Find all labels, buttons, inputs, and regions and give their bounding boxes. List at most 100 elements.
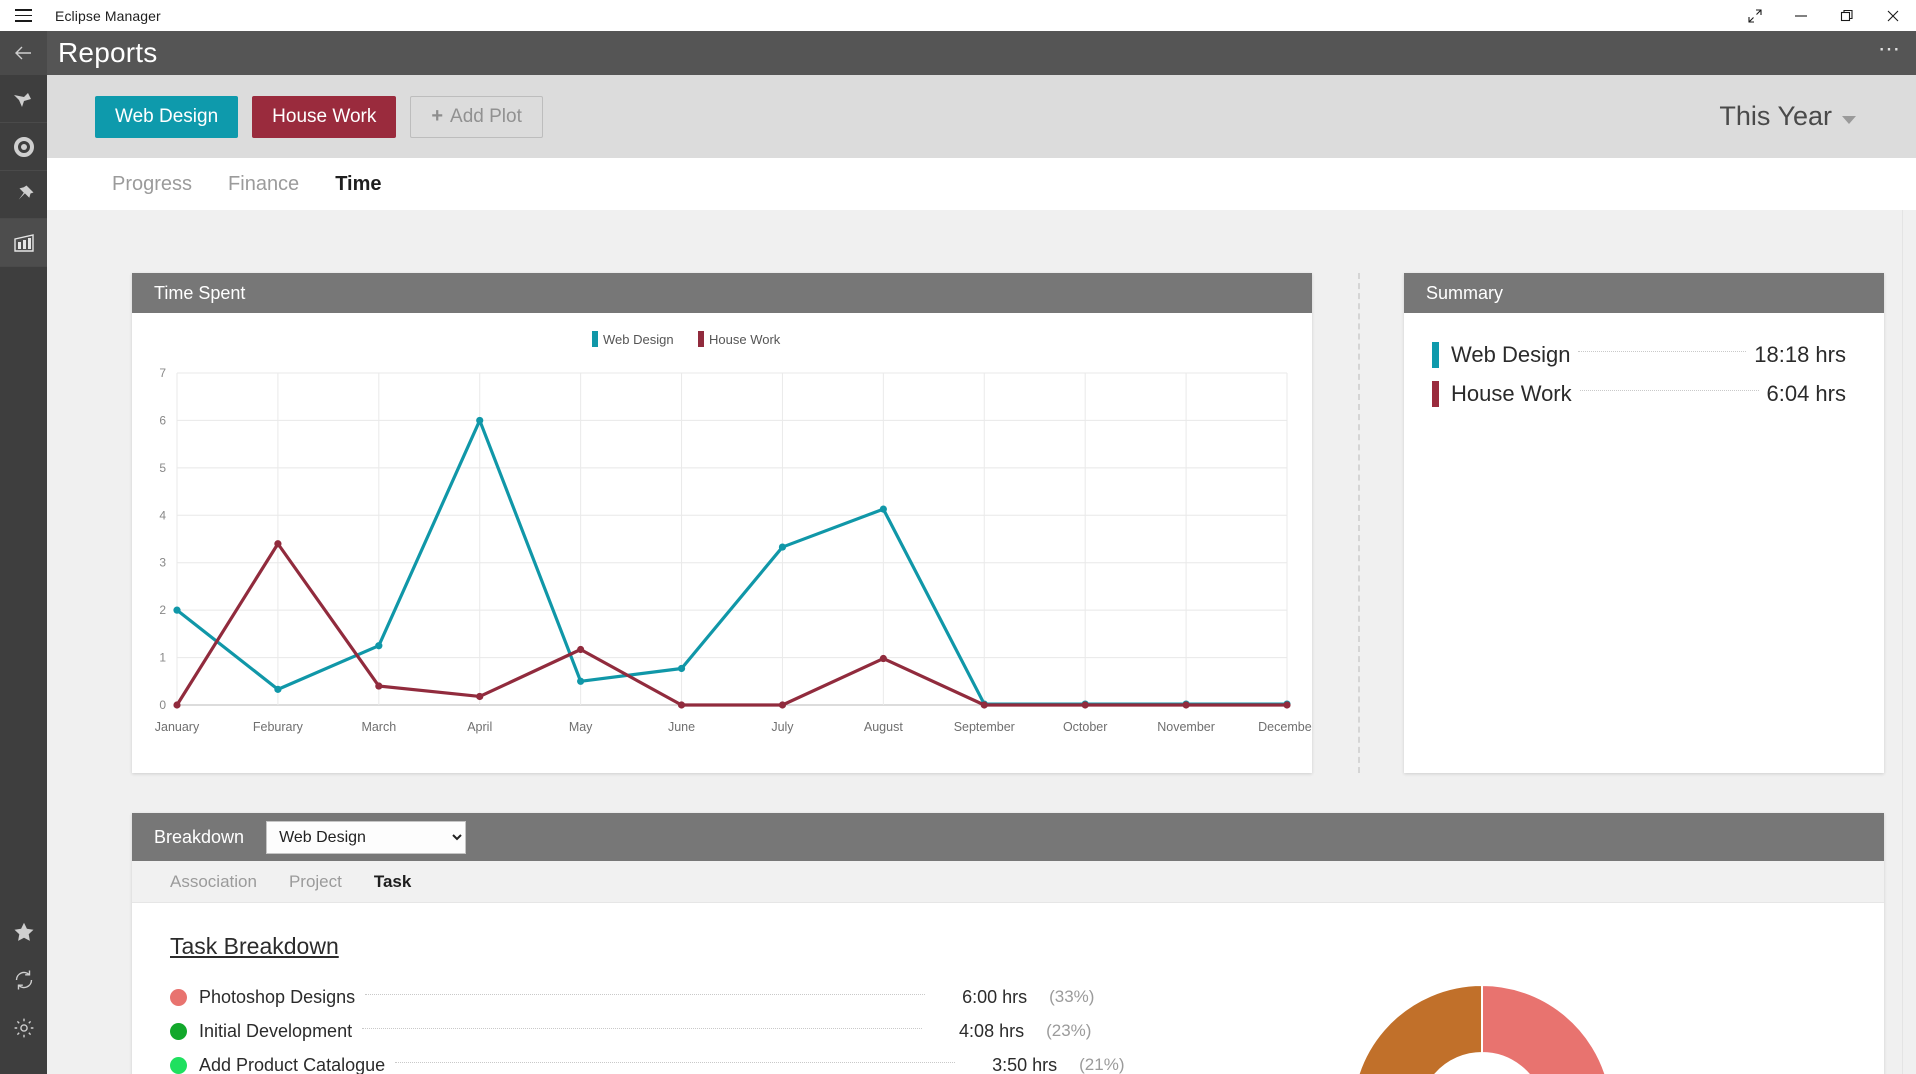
summary-row: House Work 6:04 hrs [1432,374,1846,413]
task-percent: (33%) [1049,987,1094,1007]
date-range-picker[interactable]: This Year [1719,101,1856,132]
svg-text:April: April [467,720,492,734]
svg-text:January: January [155,720,200,734]
task-name: Initial Development [199,1021,352,1042]
svg-text:Web Design: Web Design [603,332,674,347]
sidebar-item-favorites[interactable] [0,908,47,956]
plot-button-web-design[interactable]: Web Design [95,96,238,138]
summary-swatch [1432,381,1439,407]
time-spent-card: Time Spent Web DesignHouse Work01234567J… [132,273,1312,773]
svg-text:6: 6 [159,413,166,427]
tab-project[interactable]: Project [289,872,342,892]
task-percent: (23%) [1046,1021,1091,1041]
breakdown-card-header: Breakdown Web Design House Work [132,813,1884,861]
svg-text:June: June [668,720,695,734]
hamburger-icon[interactable] [0,0,46,31]
svg-text:5: 5 [159,461,166,475]
plus-icon: + [431,105,443,128]
chevron-down-icon [1842,116,1856,124]
leader-dots [365,994,925,995]
sidebar-item-dashboard[interactable] [0,75,47,123]
task-hours: 4:08 hrs [932,1021,1024,1042]
leader-dots [1578,351,1746,352]
left-rail [0,31,47,1074]
line-chart-svg: Web DesignHouse Work01234567JanuaryFebur… [132,313,1312,773]
task-name: Photoshop Designs [199,987,355,1008]
leader-dots [395,1062,955,1063]
add-plot-label: Add Plot [450,106,522,128]
summary-title: Summary [1426,283,1503,304]
back-arrow-icon [11,40,37,66]
gear-icon [12,1016,36,1040]
window-titlebar: Eclipse Manager [0,0,1916,31]
minimize-icon[interactable] [1778,0,1824,31]
sync-icon [12,968,36,992]
task-breakdown-heading: Task Breakdown [170,933,339,960]
time-spent-title: Time Spent [154,283,245,304]
task-name: Add Product Catalogue [199,1055,385,1074]
svg-text:House Work: House Work [709,332,781,347]
tab-task[interactable]: Task [374,872,412,892]
bird-icon [11,86,37,112]
summary-swatch [1432,342,1439,368]
date-range-label: This Year [1719,101,1832,132]
summary-value: 18:18 hrs [1754,342,1846,368]
expand-icon[interactable] [1732,0,1778,31]
star-icon [12,920,36,944]
task-donut-chart[interactable] [1322,925,1642,1074]
svg-text:July: July [771,720,794,734]
tab-finance[interactable]: Finance [228,173,299,196]
sidebar-item-goals[interactable] [0,123,47,171]
report-tabs: Progress Finance Time [47,158,1916,210]
svg-text:December: December [1258,720,1312,734]
task-percent: (21%) [1079,1055,1124,1074]
chart-icon [11,230,37,256]
leader-dots [362,1028,922,1029]
window-controls [1732,0,1916,31]
svg-text:3: 3 [159,556,166,570]
time-spent-chart[interactable]: Web DesignHouse Work01234567JanuaryFebur… [132,313,1312,773]
breakdown-tabs: Association Project Task [132,861,1884,903]
tab-progress[interactable]: Progress [112,173,192,196]
leader-dots [1580,390,1759,391]
summary-label: House Work [1451,381,1572,407]
sidebar-item-settings[interactable] [0,1004,47,1052]
sidebar-item-reports[interactable] [0,219,47,267]
report-content: Time Spent Web DesignHouse Work01234567J… [47,210,1916,1074]
svg-text:October: October [1063,720,1107,734]
svg-text:March: March [361,720,396,734]
sidebar-item-back[interactable] [0,31,47,75]
tab-time[interactable]: Time [335,173,381,196]
sidebar-item-pinned[interactable] [0,171,47,219]
breakdown-card: Breakdown Web Design House Work Associat… [132,813,1884,1074]
overflow-menu-icon[interactable]: ⋯ [1878,43,1902,63]
target-icon [11,134,37,160]
app-title: Eclipse Manager [55,8,161,24]
breakdown-plot-select[interactable]: Web Design House Work [266,821,466,854]
svg-text:0: 0 [159,698,166,712]
svg-text:7: 7 [159,366,166,380]
tab-association[interactable]: Association [170,872,257,892]
card-resize-handle[interactable] [1358,273,1361,773]
close-icon[interactable] [1870,0,1916,31]
svg-text:Feburary: Feburary [253,720,304,734]
plot-toolbar: Web Design House Work + Add Plot This Ye… [47,75,1916,158]
task-hours: 6:00 hrs [935,987,1027,1008]
svg-text:4: 4 [159,508,166,522]
time-spent-card-header: Time Spent [132,273,1312,313]
svg-text:2: 2 [159,603,166,617]
color-dot-icon [170,1057,187,1074]
restore-icon[interactable] [1824,0,1870,31]
breakdown-body: Task Breakdown Photoshop Designs 6:00 hr… [132,903,1884,1074]
page-header: Reports ⋯ [47,31,1916,75]
svg-text:May: May [569,720,593,734]
summary-card-header: Summary [1404,273,1884,313]
svg-text:August: August [864,720,903,734]
svg-text:November: November [1157,720,1215,734]
content-scrollbar[interactable] [1902,210,1916,1074]
plot-button-house-work[interactable]: House Work [252,96,396,138]
summary-value: 6:04 hrs [1767,381,1847,407]
sidebar-item-sync[interactable] [0,956,47,1004]
add-plot-button[interactable]: + Add Plot [410,96,543,138]
rail-bottom-group [0,908,47,1052]
